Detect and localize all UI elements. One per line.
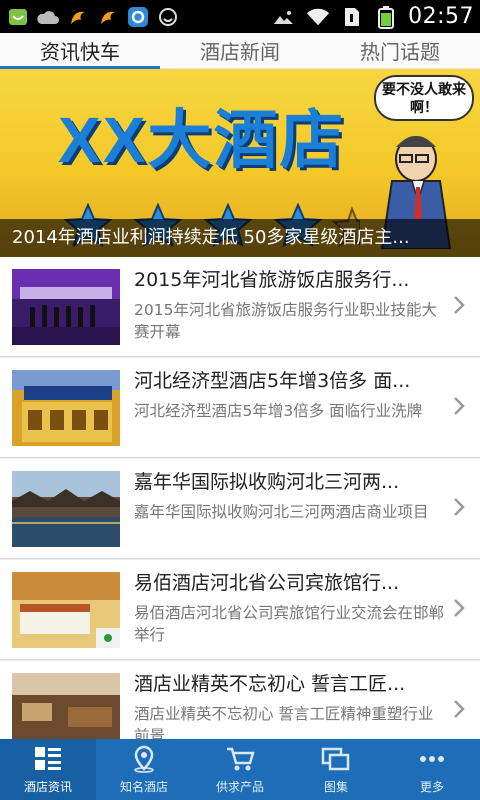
nav-supply-products[interactable]: 供求产品	[192, 739, 288, 800]
nav-hotel-info[interactable]: 酒店资讯	[0, 739, 96, 800]
news-item[interactable]: 嘉年华国际拟收购河北三河两... 嘉年华国际拟收购河北三河两酒店商业项目	[0, 459, 480, 559]
news-summary: 酒店业精英不忘初心 誓言工匠精神重塑行业前景	[134, 705, 434, 739]
news-title: 易佰酒店河北省公司宾旅馆行...	[134, 572, 400, 594]
tab-news-express[interactable]: 资讯快车	[0, 33, 160, 69]
nav-label: 更多	[419, 779, 444, 794]
nav-label: 知名酒店	[119, 779, 168, 794]
gallery-icon	[321, 747, 350, 770]
uc-browser-icon	[96, 5, 120, 29]
news-thumbnail	[12, 370, 120, 446]
chevron-right-icon	[454, 700, 465, 718]
chevron-right-icon	[454, 599, 465, 617]
uc-browser-icon	[66, 5, 90, 29]
news-item[interactable]: 河北经济型酒店5年增3倍多 面... 河北经济型酒店5年增3倍多 面临行业洗牌	[0, 358, 480, 458]
chevron-right-icon	[454, 397, 465, 415]
news-thumbnail	[12, 269, 120, 345]
sim-icon	[340, 5, 364, 29]
more-dots-icon	[420, 755, 444, 762]
news-title: 嘉年华国际拟收购河北三河两...	[134, 471, 400, 493]
nav-label: 酒店资讯	[23, 779, 72, 794]
news-title: 酒店业精英不忘初心 誓言工匠...	[134, 673, 406, 695]
nav-famous-hotels[interactable]: 知名酒店	[96, 739, 192, 800]
picture-icon	[272, 5, 296, 29]
news-summary: 2015年河北省旅游饭店服务行业职业技能大赛开幕	[134, 301, 437, 341]
grid-list-icon	[35, 746, 61, 770]
chevron-right-icon	[454, 296, 465, 314]
news-item[interactable]: 易佰酒店河北省公司宾旅馆行... 易佰酒店河北省公司宾旅馆行业交流会在邯郸举行	[0, 560, 480, 660]
top-tab-bar: 资讯快车 酒店新闻 热门话题	[0, 33, 480, 69]
nav-more[interactable]: 更多	[384, 739, 480, 800]
tab-hotel-news[interactable]: 酒店新闻	[160, 33, 320, 68]
news-thumbnail	[12, 673, 120, 739]
news-summary: 河北经济型酒店5年增3倍多 面临行业洗牌	[134, 402, 423, 420]
nav-label: 图集	[323, 779, 348, 794]
bottom-navigation: 酒店资讯 知名酒店 供求产品 图集 更多	[0, 739, 480, 800]
cart-icon	[227, 747, 255, 770]
android-icon	[6, 5, 30, 29]
tab-hot-topics[interactable]: 热门话题	[320, 33, 480, 68]
news-thumbnail	[12, 471, 120, 547]
smile-icon	[156, 5, 180, 29]
news-title: 2015年河北省旅游饭店服务行...	[134, 269, 410, 291]
status-bar: 02:57	[0, 0, 480, 33]
speech-bubble: 要不没人敢来啊！	[374, 75, 474, 121]
battery-icon	[374, 5, 398, 29]
news-summary: 嘉年华国际拟收购河北三河两酒店商业项目	[134, 503, 429, 521]
news-item[interactable]: 酒店业精英不忘初心 誓言工匠... 酒店业精英不忘初心 誓言工匠精神重塑行业前景	[0, 661, 480, 739]
nav-label: 供求产品	[215, 779, 264, 794]
news-thumbnail	[12, 572, 120, 648]
location-pin-icon	[134, 745, 154, 773]
chevron-right-icon	[454, 498, 465, 516]
news-item[interactable]: 2015年河北省旅游饭店服务行... 2015年河北省旅游饭店服务行业职业技能大…	[0, 257, 480, 357]
banner-title: XX大酒店	[58, 104, 346, 176]
cloud-icon	[36, 5, 60, 29]
banner-caption: 2014年酒店业利润持续走低 50多家星级酒店主...	[0, 219, 480, 257]
featured-banner[interactable]: XX大酒店 要不没人敢来啊！ 2014年酒店业利润持续走低 50多家星级酒店主.…	[0, 69, 480, 257]
nav-gallery[interactable]: 图集	[288, 739, 384, 800]
news-list: 2015年河北省旅游饭店服务行... 2015年河北省旅游饭店服务行业职业技能大…	[0, 257, 480, 739]
wifi-icon	[306, 5, 330, 29]
news-title: 河北经济型酒店5年增3倍多 面...	[134, 370, 411, 392]
search-app-icon	[126, 5, 150, 29]
clock: 02:57	[408, 4, 474, 29]
news-summary: 易佰酒店河北省公司宾旅馆行业交流会在邯郸举行	[134, 604, 445, 644]
